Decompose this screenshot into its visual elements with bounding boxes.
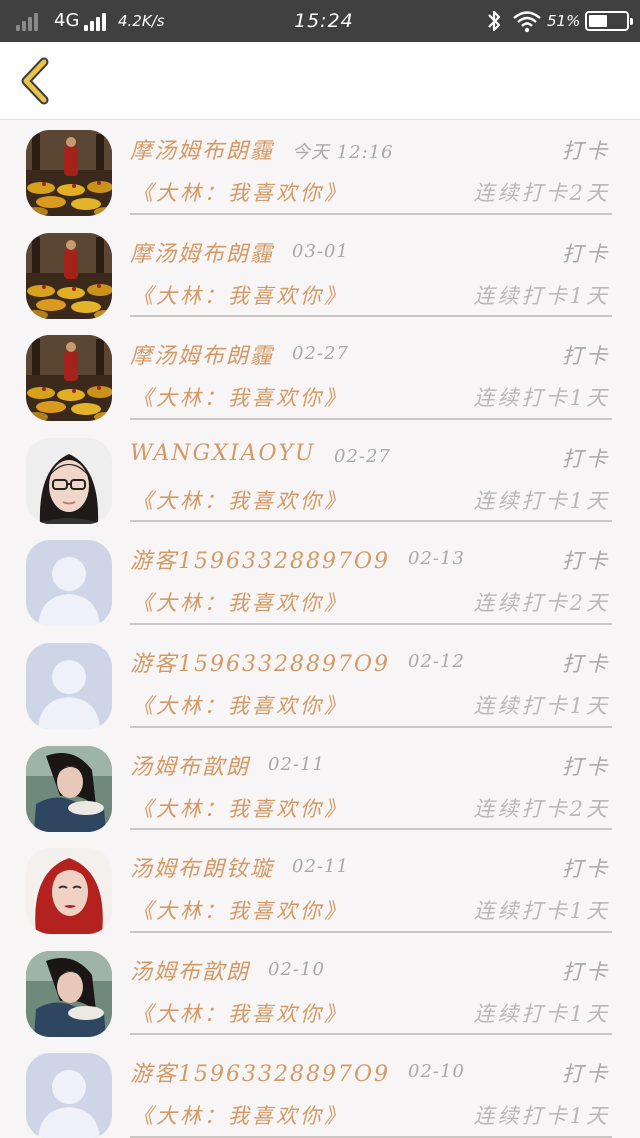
streak-text: 连续打卡1天: [473, 386, 610, 411]
streak-text: 连续打卡1天: [473, 488, 610, 513]
avatar-monk[interactable]: [26, 335, 112, 422]
signal-strength-icon: [84, 11, 106, 31]
clock: 15:24: [294, 10, 354, 32]
streak-text: 连续打卡1天: [473, 899, 610, 924]
checkin-date: 03-01: [292, 240, 349, 262]
user-name: 摩汤姆布朗霾: [130, 344, 275, 370]
book-title: 《大林：我喜欢你》: [132, 283, 348, 308]
checkin-date: 02-12: [408, 650, 465, 672]
checkin-label: 打卡: [562, 139, 610, 163]
battery-percent: 51%: [547, 12, 581, 30]
book-title: 《大林：我喜欢你》: [132, 899, 348, 924]
book-title: 《大林：我喜欢你》: [132, 386, 348, 411]
row-divider: [130, 315, 612, 318]
back-button[interactable]: [12, 54, 56, 108]
checkin-record-row[interactable]: 游客15963328897O9 02-12 打卡 《大林：我喜欢你》 连续打卡1…: [0, 634, 640, 737]
checkin-date: 02-13: [408, 548, 465, 570]
user-name: 摩汤姆布朗霾: [130, 241, 275, 267]
chevron-left-icon: [21, 57, 49, 105]
network-speed: 4.2K/s: [118, 12, 165, 30]
streak-text: 连续打卡1天: [473, 1001, 610, 1026]
checkin-record-row[interactable]: 汤姆布歆朗 02-11 打卡 《大林：我喜欢你》 连续打卡2天: [0, 737, 640, 840]
checkin-date: 02-11: [268, 753, 325, 775]
user-name: 游客15963328897O9: [130, 1062, 391, 1088]
checkin-date: 02-10: [268, 958, 325, 980]
row-divider: [130, 520, 612, 523]
checkin-record-row[interactable]: 摩汤姆布朗霾 今天 12:16 打卡 《大林：我喜欢你》 连续打卡2天: [0, 121, 640, 224]
app-header: [0, 42, 640, 120]
checkin-record-row[interactable]: 汤姆布歆朗 02-10 打卡 《大林：我喜欢你》 连续打卡1天: [0, 942, 640, 1045]
bluetooth-icon: [484, 9, 504, 33]
avatar-glasses-girl[interactable]: [26, 437, 112, 524]
checkin-record-list: 摩汤姆布朗霾 今天 12:16 打卡 《大林：我喜欢你》 连续打卡2天 摩汤姆布…: [0, 121, 640, 1138]
row-divider: [130, 828, 612, 831]
checkin-record-row[interactable]: 游客15963328897O9 02-10 打卡 《大林：我喜欢你》 连续打卡1…: [0, 1044, 640, 1138]
status-bar: 4G 4.2K/s 15:24 51%: [0, 0, 640, 42]
row-divider: [130, 930, 612, 933]
avatar-default[interactable]: [26, 540, 112, 627]
checkin-label: 打卡: [562, 754, 610, 779]
streak-text: 连续打卡1天: [473, 693, 610, 718]
row-divider: [130, 622, 612, 625]
user-name: 汤姆布歆朗: [130, 754, 251, 780]
row-divider: [130, 417, 612, 420]
checkin-record-row[interactable]: WANGXIAOYU 02-27 打卡 《大林：我喜欢你》 连续打卡1天: [0, 429, 640, 532]
battery-icon: [585, 11, 633, 31]
avatar-monk[interactable]: [26, 130, 112, 216]
checkin-label: 打卡: [562, 241, 610, 266]
avatar-default[interactable]: [26, 642, 112, 729]
book-title: 《大林：我喜欢你》: [132, 796, 348, 821]
avatar-hair-girl[interactable]: [26, 745, 112, 832]
row-divider: [130, 212, 612, 215]
signal-icon: [16, 11, 38, 31]
checkin-record-row[interactable]: 摩汤姆布朗霾 03-01 打卡 《大林：我喜欢你》 连续打卡1天: [0, 224, 640, 327]
checkin-record-row[interactable]: 汤姆布朗钕璇 02-11 打卡 《大林：我喜欢你》 连续打卡1天: [0, 839, 640, 942]
avatar-monk[interactable]: [26, 232, 112, 319]
streak-text: 连续打卡1天: [473, 1104, 610, 1129]
checkin-label: 打卡: [562, 1062, 610, 1087]
checkin-record-row[interactable]: 游客15963328897O9 02-13 打卡 《大林：我喜欢你》 连续打卡2…: [0, 531, 640, 634]
streak-text: 连续打卡2天: [473, 591, 610, 616]
streak-text: 连续打卡2天: [473, 796, 610, 821]
user-name: 汤姆布歆朗: [130, 959, 251, 985]
book-title: 《大林：我喜欢你》: [132, 693, 348, 718]
checkin-date: 02-10: [408, 1061, 465, 1083]
avatar-hair-girl[interactable]: [26, 950, 112, 1037]
checkin-label: 打卡: [562, 549, 610, 574]
checkin-date: 02-11: [292, 856, 349, 878]
checkin-label: 打卡: [562, 344, 610, 369]
book-title: 《大林：我喜欢你》: [132, 488, 348, 513]
battery-level: [589, 15, 608, 27]
user-name: WANGXIAOYU: [130, 440, 316, 466]
book-title: 《大林：我喜欢你》: [132, 1001, 348, 1026]
checkin-date: 02-27: [334, 445, 391, 467]
checkin-date: 02-27: [292, 343, 349, 365]
user-name: 游客15963328897O9: [130, 549, 391, 575]
user-name: 摩汤姆布朗霾: [130, 139, 275, 164]
wifi-icon: [512, 9, 542, 33]
network-type: 4G: [54, 10, 80, 31]
streak-text: 连续打卡2天: [473, 181, 610, 205]
book-title: 《大林：我喜欢你》: [132, 591, 348, 616]
checkin-label: 打卡: [562, 651, 610, 676]
checkin-label: 打卡: [562, 857, 610, 882]
row-divider: [130, 1033, 612, 1036]
book-title: 《大林：我喜欢你》: [132, 181, 348, 205]
streak-text: 连续打卡1天: [473, 283, 610, 308]
checkin-record-row[interactable]: 摩汤姆布朗霾 02-27 打卡 《大林：我喜欢你》 连续打卡1天: [0, 326, 640, 429]
row-divider: [130, 725, 612, 728]
checkin-date: 今天 12:16: [292, 142, 394, 163]
book-title: 《大林：我喜欢你》: [132, 1104, 348, 1129]
checkin-label: 打卡: [562, 959, 610, 984]
user-name: 游客15963328897O9: [130, 651, 391, 677]
avatar-default[interactable]: [26, 1053, 112, 1138]
user-name: 汤姆布朗钕璇: [130, 857, 275, 883]
avatar-red-hair[interactable]: [26, 848, 112, 935]
checkin-label: 打卡: [562, 446, 610, 471]
